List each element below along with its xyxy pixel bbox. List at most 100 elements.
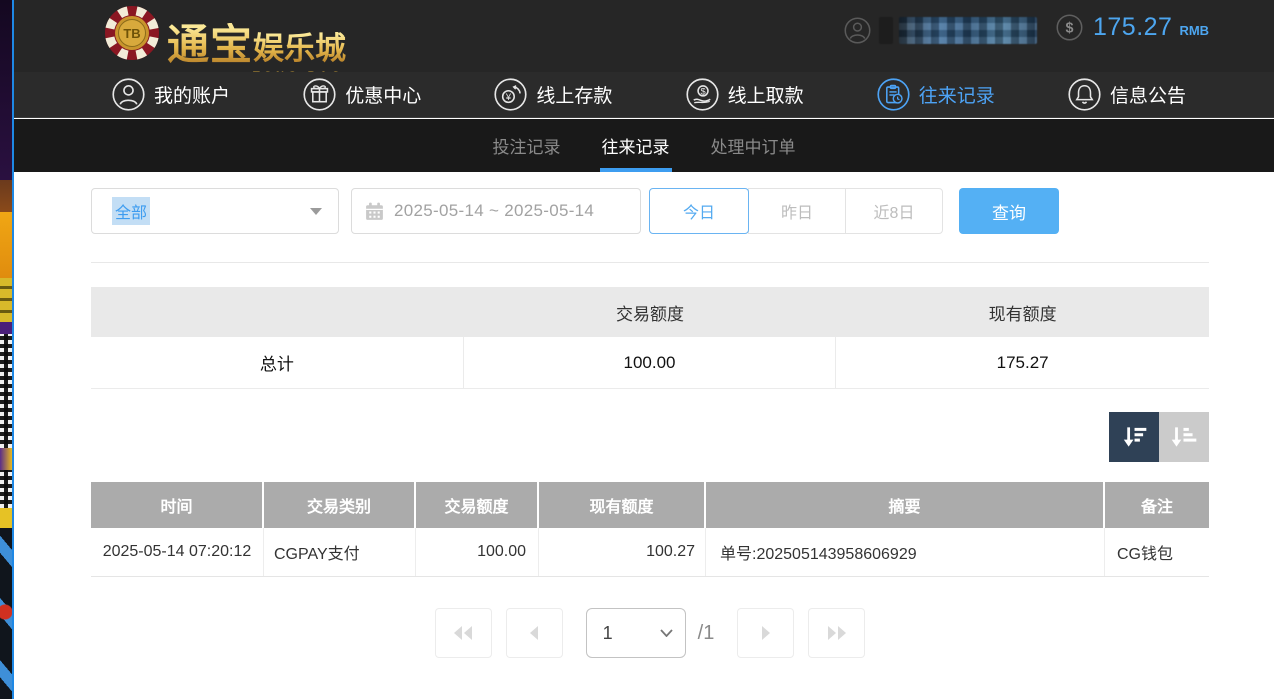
logo-name-cn2: 娱乐城: [253, 31, 346, 66]
balance-currency: RMB: [1179, 17, 1209, 38]
last-8-days-button[interactable]: 近8日: [845, 188, 943, 234]
total-pages-label: /1: [698, 622, 715, 645]
nav-label: 往来记录: [919, 81, 995, 108]
svg-text:$: $: [1066, 21, 1074, 37]
cell-amount: 100.00: [416, 528, 539, 576]
col-remark: 备注: [1105, 482, 1209, 528]
date-range-input[interactable]: 2025-05-14 ~ 2025-05-14: [351, 188, 641, 234]
withdraw-icon: $: [686, 78, 719, 111]
col-balance: 现有额度: [539, 482, 706, 528]
summary-col-amount: 交易额度: [464, 287, 837, 337]
double-right-arrow-icon: [827, 625, 847, 641]
transaction-type-select[interactable]: 全部: [91, 188, 339, 234]
banner-segment: [0, 278, 12, 322]
cell-type: CGPAY支付: [264, 528, 416, 576]
sort-controls: [1109, 412, 1209, 462]
current-page-value: 1: [603, 623, 613, 644]
page-number-select[interactable]: 1: [586, 608, 686, 658]
username-blur-dark: [879, 17, 893, 44]
top-header: TB 通宝娱乐城 TONG BAO $ 175.27 RMB: [14, 0, 1274, 72]
nav-item-my-account[interactable]: 我的账户: [112, 78, 230, 111]
user-avatar-icon: [844, 17, 871, 44]
poker-chip-icon: TB: [104, 5, 160, 61]
tab-betting-records[interactable]: 投注记录: [491, 119, 563, 172]
table-row: 2025-05-14 07:20:12 CGPAY支付 100.00 100.2…: [91, 528, 1209, 577]
col-time: 时间: [91, 482, 264, 528]
date-range-value: 2025-05-14 ~ 2025-05-14: [394, 201, 594, 221]
cell-remark: CG钱包: [1105, 528, 1209, 576]
section-divider: [91, 262, 1209, 263]
first-page-button[interactable]: [435, 608, 492, 658]
cell-time: 2025-05-14 07:20:12: [91, 528, 264, 576]
summary-total-balance: 175.27: [836, 337, 1209, 388]
user-icon: [112, 78, 145, 111]
col-summary: 摘要: [706, 482, 1105, 528]
chevron-down-icon: [310, 208, 322, 215]
records-icon: [877, 78, 910, 111]
summary-col-balance: 现有额度: [836, 287, 1209, 337]
today-button[interactable]: 今日: [649, 188, 749, 234]
deposit-icon: ¥: [494, 78, 527, 111]
summary-table: 交易额度 现有额度 总计 100.00 175.27: [91, 287, 1209, 389]
nav-item-promotions[interactable]: 优惠中心: [303, 78, 421, 111]
balance-amount: 175.27: [1093, 13, 1172, 42]
svg-text:$: $: [700, 86, 705, 96]
banner-qr-segment: [0, 334, 12, 448]
banner-segment: [0, 212, 12, 278]
svg-text:¥: ¥: [505, 92, 512, 102]
nav-item-withdraw[interactable]: $ 线上取款: [686, 78, 804, 111]
nav-label: 优惠中心: [345, 81, 421, 108]
sort-ascending-button[interactable]: [1159, 412, 1209, 462]
summary-total-label: 总计: [91, 337, 464, 388]
col-type: 交易类别: [264, 482, 416, 528]
col-amount: 交易额度: [416, 482, 539, 528]
subtab-label: 处理中订单: [711, 133, 796, 158]
subtab-label: 往来记录: [602, 133, 670, 158]
summary-header-row: 交易额度 现有额度: [91, 287, 1209, 337]
summary-col-empty: [91, 287, 464, 337]
balance-display[interactable]: $ 175.27 RMB: [1056, 13, 1209, 42]
previous-page-button[interactable]: [506, 608, 563, 658]
banner-segment: [0, 322, 12, 334]
banner-segment: [0, 448, 12, 470]
nav-item-announcements[interactable]: 信息公告: [1068, 78, 1186, 111]
cell-summary: 单号:202505143958606929: [706, 528, 1105, 576]
username-blurred: [899, 17, 1037, 44]
nav-label: 信息公告: [1110, 81, 1186, 108]
nav-label: 我的账户: [154, 81, 230, 108]
bell-icon: [1068, 78, 1101, 111]
search-button[interactable]: 查询: [959, 188, 1059, 234]
user-account-info[interactable]: [844, 17, 1037, 44]
pagination: 1 /1: [91, 608, 1209, 658]
banner-segment: [0, 508, 12, 528]
sort-ascending-icon: [1169, 422, 1199, 452]
last-page-button[interactable]: [808, 608, 865, 658]
yesterday-button[interactable]: 昨日: [748, 188, 846, 234]
logo-name-cn: 通宝: [167, 23, 253, 69]
banner-qr-segment: [0, 470, 12, 508]
records-table: 时间 交易类别 交易额度 现有额度 摘要 备注 2025-05-14 07:20…: [91, 482, 1209, 577]
summary-total-row: 总计 100.00 175.27: [91, 337, 1209, 389]
banner-segment: [0, 180, 12, 212]
double-left-arrow-icon: [453, 625, 473, 641]
tab-transaction-records[interactable]: 往来记录: [600, 119, 672, 172]
logo-text: 通宝娱乐城 TONG BAO: [167, 5, 346, 72]
banner-segment: [0, 528, 12, 699]
site-logo[interactable]: TB 通宝娱乐城 TONG BAO: [104, 5, 346, 72]
next-page-button[interactable]: [737, 608, 794, 658]
filter-row: 全部 2025-05-14 ~ 2025-05-14 今日 昨日 近8日 查询: [91, 188, 1209, 234]
banner-segment: [0, 0, 12, 180]
nav-item-transaction-records[interactable]: 往来记录: [877, 78, 995, 111]
tab-pending-orders[interactable]: 处理中订单: [709, 119, 798, 172]
left-arrow-icon: [529, 625, 539, 641]
sort-descending-button[interactable]: [1109, 412, 1159, 462]
cell-balance: 100.27: [539, 528, 706, 576]
summary-total-amount: 100.00: [464, 337, 837, 388]
chevron-down-icon: [660, 629, 673, 637]
svg-text:TB: TB: [123, 26, 140, 41]
nav-label: 线上存款: [536, 81, 612, 108]
background-banner-strip: [0, 0, 12, 699]
nav-item-deposit[interactable]: ¥ 线上存款: [494, 78, 612, 111]
dollar-coin-icon: $: [1056, 14, 1083, 41]
type-select-value: 全部: [112, 197, 150, 225]
